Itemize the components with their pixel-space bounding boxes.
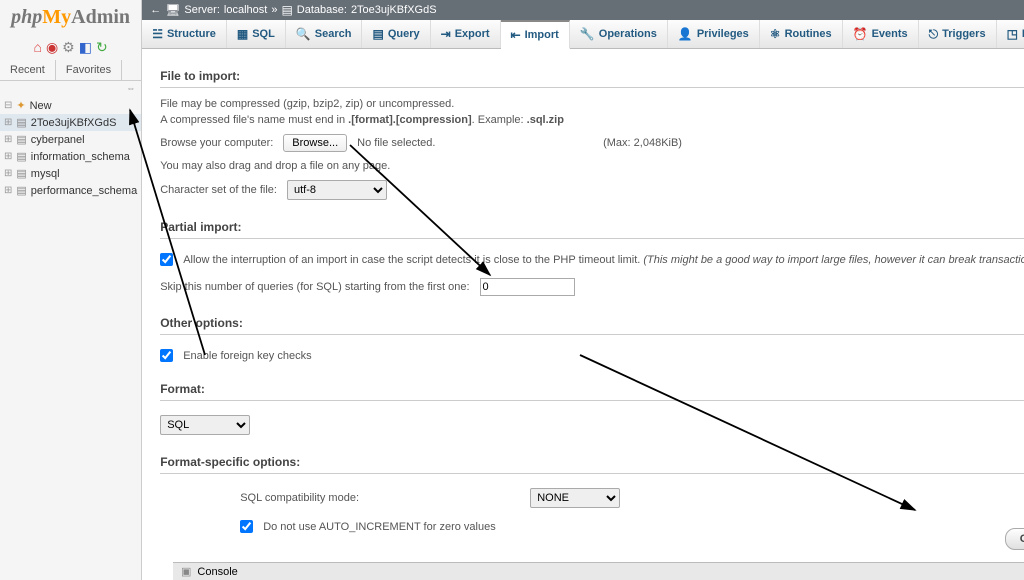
skip-queries-label: Skip this number of queries (for SQL) st… [160,281,469,293]
tab-routines[interactable]: ⚛Routines [760,20,843,48]
collapse-icon[interactable]: ⇔ [0,81,141,95]
no-autoinc-label: Do not use AUTO_INCREMENT for zero value… [263,521,496,533]
tab-export[interactable]: ⇥Export [431,20,501,48]
database-icon: ▤ [16,184,26,197]
tab-events[interactable]: ⏰Events [843,20,919,48]
settings-icon[interactable]: ⚙ [62,39,75,56]
sql-icon: ▦ [237,27,248,41]
enable-fk-checkbox[interactable] [160,349,173,362]
routines-icon: ⚛ [770,27,781,41]
browse-label: Browse your computer: [160,137,273,149]
section-file-to-import: File to import: [160,55,1024,88]
section-format-specific: Format-specific options: [160,441,1024,474]
privileges-icon: 👤 [678,27,693,41]
section-partial-import: Partial import: [160,206,1024,239]
max-size-label: (Max: 2,048KiB) [603,137,682,149]
tab-designer[interactable]: ◳Designer [997,20,1024,48]
expand-icon: ⊟ [4,100,12,111]
no-autoinc-checkbox[interactable] [240,520,253,533]
new-db[interactable]: ⊟ ✦ New [0,97,141,114]
search-icon: 🔍 [296,27,311,41]
sidebar: phpMyAdmin ⌂ ◉ ⚙ ◧ ↻ Recent Favorites ⇔ … [0,0,142,580]
tree-db[interactable]: ⊞ ▤ information_schema [0,148,141,165]
section-other-options: Other options: [160,302,1024,335]
compat-select[interactable]: NONE [530,488,620,508]
structure-icon: ☱ [152,27,163,41]
compress-note: File may be compressed (gzip, bzip2, zip… [160,96,1024,112]
console-toggle-icon[interactable]: ▣ [181,565,191,578]
go-button[interactable]: Go [1005,528,1024,550]
content-area: File to import: File may be compressed (… [142,49,1024,580]
tree-db-selected[interactable]: ⊞ ▤ 2Toe3ujKBfXGdS [0,114,141,131]
format-select[interactable]: SQL [160,415,250,435]
new-icon: ✦ [16,99,25,112]
tree-db[interactable]: ⊞ ▤ mysql [0,165,141,182]
db-tree: ⊟ ✦ New ⊞ ▤ 2Toe3ujKBfXGdS ⊞ ▤ cyberpane… [0,95,141,201]
expand-icon: ⊞ [4,134,12,145]
drag-note: You may also drag and drop a file on any… [160,158,1024,174]
tab-bar: ☱Structure ▦SQL 🔍Search ▤Query ⇥Export ⇤… [142,20,1024,49]
back-icon[interactable]: ← [150,4,161,16]
import-icon: ⇤ [511,28,521,42]
breadcrumb: ← 🖥 Server: localhost » ▤ Database: 2Toe… [142,0,1024,20]
tab-search[interactable]: 🔍Search [286,20,363,48]
charset-select[interactable]: utf-8 [287,180,387,200]
operations-icon: 🔧 [580,27,595,41]
expand-icon: ⊞ [4,151,12,162]
tab-query[interactable]: ▤Query [362,20,430,48]
browse-button[interactable]: Browse... [283,134,347,152]
favorites-tab[interactable]: Favorites [56,60,122,80]
home-icon[interactable]: ⌂ [33,39,41,56]
logo: phpMyAdmin [0,0,141,35]
reload-icon[interactable]: ↻ [96,39,108,56]
skip-queries-input[interactable] [480,278,575,296]
export-icon: ⇥ [441,27,451,41]
events-icon: ⏰ [853,27,868,41]
triggers-icon: ⎋ [929,27,939,42]
tab-operations[interactable]: 🔧Operations [570,20,668,48]
no-file-label: No file selected. [357,137,435,149]
tab-import[interactable]: ⇤Import [501,20,570,49]
compat-label: SQL compatibility mode: [240,492,520,504]
section-format: Format: [160,368,1024,401]
database-icon: ▤ [16,150,26,163]
allow-interrupt-checkbox[interactable] [160,253,173,266]
tab-privileges[interactable]: 👤Privileges [668,20,760,48]
database-icon: ▤ [16,167,26,180]
logout-icon[interactable]: ◉ [46,39,58,56]
expand-icon: ⊞ [4,117,12,128]
enable-fk-label: Enable foreign key checks [183,350,311,362]
tree-db[interactable]: ⊞ ▤ cyberpanel [0,131,141,148]
main-panel: ← 🖥 Server: localhost » ▤ Database: 2Toe… [142,0,1024,580]
docs-icon[interactable]: ◧ [79,39,92,56]
tab-sql[interactable]: ▦SQL [227,20,286,48]
charset-label: Character set of the file: [160,184,277,196]
query-icon: ▤ [372,27,383,41]
expand-icon: ⊞ [4,168,12,179]
designer-icon: ◳ [1007,27,1018,41]
server-icon: 🖥 [165,3,180,17]
database-icon: ▤ [281,3,292,17]
expand-icon: ⊞ [4,185,12,196]
tab-structure[interactable]: ☱Structure [142,20,227,48]
tab-triggers[interactable]: ⎋Triggers [919,20,997,48]
database-icon: ▤ [16,133,26,146]
database-icon: ▤ [16,116,26,129]
filename-note: A compressed file's name must end in .[f… [160,112,1024,128]
tree-db[interactable]: ⊞ ▤ performance_schema [0,182,141,199]
console-bar[interactable]: ▣ Console [173,562,1024,580]
recent-tab[interactable]: Recent [0,60,56,80]
